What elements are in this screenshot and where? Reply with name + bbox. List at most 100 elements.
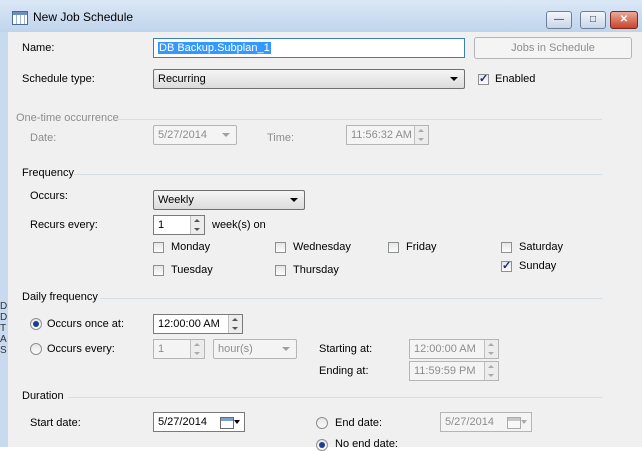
spin-down-icon [194, 228, 200, 231]
end-date-label: End date: [335, 417, 383, 429]
spin-down-icon [488, 374, 494, 377]
tuesday-checkbox[interactable] [153, 265, 164, 276]
name-input[interactable]: DB Backup.Subplan_1 [153, 38, 465, 58]
close-icon: ✕ [619, 14, 629, 25]
title-bar[interactable]: New Job Schedule — □ ✕ [0, 0, 642, 32]
minimize-button[interactable]: — [546, 11, 572, 29]
calendar-grid-icon [12, 11, 28, 25]
interval-unit-select[interactable]: hour(s) [213, 339, 297, 359]
recurs-unit-label: week(s) on [212, 219, 266, 231]
thursday-checkbox[interactable] [275, 265, 286, 276]
dialog-window: New Job Schedule — □ ✕ D D T A S Name: D… [0, 0, 642, 451]
occurs-once-radio[interactable] [30, 318, 42, 330]
occurs-label: Occurs: [30, 190, 68, 202]
calendar-icon [507, 417, 521, 429]
starting-at-label: Starting at: [319, 343, 373, 355]
occurs-once-label: Occurs once at: [47, 318, 125, 330]
daily-frequency-separator [100, 298, 602, 299]
saturday-checkbox[interactable] [501, 242, 512, 253]
spin-up-icon [194, 343, 200, 346]
background-clipped-text: D [0, 301, 8, 312]
dropdown-arrow-icon [222, 133, 230, 137]
interval-spinner[interactable] [190, 340, 204, 358]
dropdown-arrow-icon [234, 420, 240, 424]
recurs-every-value: 1 [158, 219, 165, 231]
time-spinner[interactable] [414, 126, 428, 144]
spin-down-icon [418, 138, 424, 141]
frequency-header: Frequency [22, 167, 74, 179]
sunday-label: Sunday [519, 260, 557, 272]
one-time-header: One-time occurrence [16, 112, 119, 124]
time-spinner[interactable] [484, 340, 498, 358]
no-end-date-label: No end date: [335, 438, 398, 450]
name-label: Name: [22, 42, 55, 54]
maximize-icon: □ [589, 14, 597, 25]
spin-down-icon [232, 327, 238, 330]
one-time-time-value: 11:56:32 AM [351, 129, 412, 141]
close-button[interactable]: ✕ [610, 11, 638, 29]
monday-label: Monday [171, 241, 211, 253]
schedule-type-select[interactable]: Recurring [153, 69, 465, 89]
dialog-content: Name: DB Backup.Subplan_1 Jobs in Schedu… [8, 32, 642, 451]
starting-at-value: 12:00:00 AM [414, 343, 476, 355]
occurs-once-time-value: 12:00:00 AM [158, 318, 220, 330]
dropdown-arrow-icon [521, 420, 527, 424]
wednesday-checkbox[interactable] [275, 242, 286, 253]
dropdown-arrow-icon [290, 198, 298, 202]
friday-checkbox[interactable] [388, 242, 399, 253]
one-time-date-picker[interactable]: 5/27/2014 [153, 125, 237, 145]
interval-unit-value: hour(s) [218, 343, 253, 355]
occurs-every-input[interactable]: 1 [153, 339, 205, 359]
end-date-radio[interactable] [316, 417, 328, 429]
time-spinner[interactable] [484, 362, 498, 380]
spin-up-icon [232, 318, 238, 321]
time-spinner[interactable] [228, 315, 242, 333]
one-time-date-label: Date: [30, 132, 57, 144]
minimize-icon: — [554, 14, 564, 25]
ending-at-input[interactable]: 11:59:59 PM [409, 361, 499, 381]
background-clipped-text: T [0, 323, 7, 334]
sunday-checkbox[interactable] [501, 259, 512, 272]
friday-label: Friday [406, 241, 437, 253]
frequency-separator [74, 174, 602, 175]
schedule-type-label: Schedule type: [22, 73, 95, 85]
background-clipped-text: S [0, 345, 7, 356]
dropdown-arrow-icon [282, 347, 290, 351]
start-date-picker[interactable]: 5/27/2014 [153, 412, 245, 432]
occurs-once-time-input[interactable]: 12:00:00 AM [153, 314, 243, 334]
no-end-date-radio[interactable] [316, 439, 328, 451]
enabled-checkbox[interactable] [478, 72, 489, 85]
saturday-label: Saturday [519, 241, 564, 253]
one-time-date-value: 5/27/2014 [158, 129, 207, 141]
monday-checkbox[interactable] [153, 242, 164, 253]
spin-up-icon [194, 219, 200, 222]
one-time-time-input[interactable]: 11:56:32 AM [346, 125, 429, 145]
spin-up-icon [488, 365, 494, 368]
jobs-in-schedule-button[interactable]: Jobs in Schedule [474, 37, 632, 59]
end-date-picker[interactable]: 5/27/2014 [440, 412, 532, 432]
background-clipped-text: D [0, 312, 8, 323]
daily-frequency-header: Daily frequency [22, 291, 98, 303]
start-date-label: Start date: [30, 417, 81, 429]
starting-at-input[interactable]: 12:00:00 AM [409, 339, 499, 359]
background-clipped-text: A [0, 334, 7, 345]
left-window-border: D D T A S [0, 32, 8, 447]
ending-at-value: 11:59:59 PM [414, 365, 476, 377]
duration-header: Duration [22, 390, 64, 402]
enabled-label: Enabled [495, 73, 536, 85]
occurs-every-radio[interactable] [30, 343, 42, 355]
one-time-separator [116, 119, 602, 120]
calendar-icon [220, 417, 234, 429]
occurs-value: Weekly [158, 194, 194, 206]
ending-at-label: Ending at: [319, 365, 369, 377]
recurs-spinner[interactable] [190, 216, 204, 234]
occurs-select[interactable]: Weekly [153, 190, 305, 210]
duration-separator [68, 397, 602, 398]
one-time-time-label: Time: [267, 132, 295, 144]
maximize-button[interactable]: □ [580, 11, 606, 29]
start-date-value: 5/27/2014 [158, 416, 207, 428]
recurs-every-input[interactable]: 1 [153, 215, 205, 235]
occurs-every-label: Occurs every: [47, 343, 115, 355]
thursday-label: Thursday [293, 264, 339, 276]
wednesday-label: Wednesday [293, 241, 351, 253]
